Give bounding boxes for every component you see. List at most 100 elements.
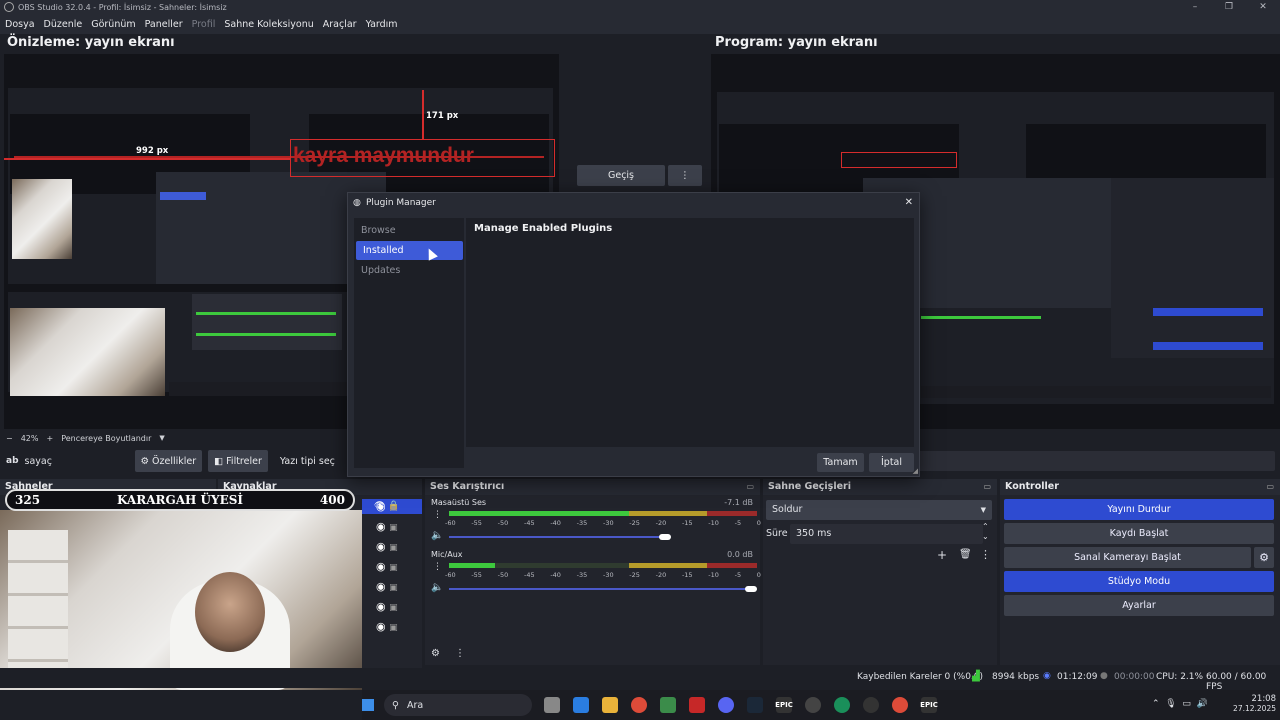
settings-button[interactable]: Ayarlar <box>1004 595 1274 616</box>
duration-input[interactable]: 350 ms <box>790 524 983 544</box>
meter-ticks: -60 -55 -50 -45 -40 -35 -30 -25 -20 -15 -10 -5 0 <box>445 519 761 527</box>
meter-tick-label: -55 <box>471 519 482 527</box>
eye-icon[interactable]: ◉ ▣ <box>376 520 412 540</box>
meter-tick-label: -25 <box>629 519 640 527</box>
menu-view[interactable]: Görünüm <box>91 19 135 30</box>
speaker-icon[interactable]: 🔈 <box>431 582 443 593</box>
epic-games-icon[interactable]: EPIC <box>920 697 938 713</box>
chrome-icon[interactable] <box>892 697 908 713</box>
nested-meter <box>921 316 1041 319</box>
nested-mixer <box>192 294 342 350</box>
meter-green <box>449 563 495 568</box>
windows-start-icon[interactable] <box>362 699 374 711</box>
menu-help[interactable]: Yardım <box>366 19 398 30</box>
clock-time: 21:08 <box>1251 694 1277 704</box>
properties-button[interactable]: ⚙ Özellikler <box>134 450 203 472</box>
epic-games-icon[interactable]: EPIC <box>775 697 793 713</box>
eye-icon[interactable]: ◉ ▣ <box>376 560 412 580</box>
meter-tick-label: -40 <box>550 519 561 527</box>
menu-file[interactable]: Dosya <box>5 19 35 30</box>
app-circle-icon[interactable] <box>834 697 850 713</box>
chrome-icon[interactable] <box>631 697 647 713</box>
source-toolbar: ab sayaç ⚙ Özellikler ◧ Filtreler Yazı tip… <box>0 449 362 473</box>
discord-icon[interactable] <box>718 697 734 713</box>
zoom-out-icon[interactable]: − <box>6 434 13 443</box>
dock-icon[interactable]: ▭ <box>746 479 754 495</box>
fit-to-window[interactable]: Pencereye Boyutlandır <box>61 434 151 443</box>
menu-scene-collection[interactable]: Sahne Koleksiyonu <box>224 19 313 30</box>
app-green-icon[interactable] <box>660 697 676 713</box>
nested-camera-large <box>10 308 165 396</box>
eye-icon[interactable]: ◉ ▣ <box>376 540 412 560</box>
obs-logo-icon: ◍ <box>353 198 361 208</box>
eye-icon[interactable]: ◉ ▣ <box>376 500 412 520</box>
signal-icon: ▟ <box>972 671 980 682</box>
stop-stream-button[interactable]: Yayını Durdur <box>1004 499 1274 520</box>
menu-edit[interactable]: Düzenle <box>44 19 83 30</box>
dock-icon[interactable]: ▭ <box>983 479 991 495</box>
fit-chevron-down-icon[interactable]: ▼ <box>159 434 164 442</box>
stream-time: 01:12:09 <box>1057 672 1098 682</box>
zoom-in-icon[interactable]: + <box>46 434 53 443</box>
top-offset-label: 171 px <box>426 111 459 121</box>
eye-icon[interactable]: ◉ ▣ <box>376 580 412 600</box>
tray-icons[interactable]: ⌃ 🎙 ▭ 🔊 <box>1152 699 1208 709</box>
transition-select[interactable]: Soldur ▼ <box>766 500 992 520</box>
counter-left: 325 <box>15 493 41 507</box>
menu-docks[interactable]: Paneller <box>145 19 183 30</box>
nav-installed[interactable]: Installed <box>356 241 463 260</box>
nav-updates[interactable]: Updates <box>354 261 462 280</box>
nav-browse[interactable]: Browse <box>354 221 462 240</box>
menu-tools[interactable]: Araçlar <box>323 19 357 30</box>
record-time: 00:00:00 <box>1114 672 1155 682</box>
transition-button[interactable]: Geçiş <box>577 165 665 186</box>
menu-profile[interactable]: Profil <box>192 19 216 30</box>
start-record-button[interactable]: Kaydı Başlat <box>1004 523 1274 544</box>
person-head <box>195 572 265 652</box>
volume-knob[interactable] <box>659 534 671 540</box>
maximize-icon[interactable]: ❐ <box>1212 0 1246 14</box>
text-source-input[interactable] <box>915 451 1275 471</box>
store-icon[interactable] <box>573 697 589 713</box>
preview-title: Önizleme: yayın ekranı <box>7 35 175 50</box>
ok-button[interactable]: Tamam <box>817 453 864 472</box>
meter-tick-label: -60 <box>445 519 456 527</box>
task-view-icon[interactable] <box>544 697 560 713</box>
clock[interactable]: 21:08 27.12.2025 <box>1232 694 1276 713</box>
speaker-icon[interactable]: 🔈 <box>431 530 443 541</box>
eye-icon[interactable]: ◉ ▣ <box>376 600 412 620</box>
add-transition-icon[interactable]: + <box>937 548 947 562</box>
mixer-more-icon[interactable]: ⋮ <box>455 648 465 659</box>
minimize-icon[interactable]: – <box>1178 0 1212 14</box>
select-font-button[interactable]: Yazı tipi seç <box>274 450 341 472</box>
app-red-icon[interactable] <box>689 697 705 713</box>
transition-more-button[interactable]: ⋮ <box>668 165 702 186</box>
mixer-settings-icon[interactable]: ⚙ <box>431 648 440 659</box>
eye-icon[interactable]: ◉ ▣ <box>376 620 412 640</box>
resize-grip-icon[interactable]: ◢ <box>913 467 918 475</box>
chatgpt-icon[interactable] <box>805 697 821 713</box>
virtual-camera-settings-gear-icon[interactable]: ⚙ <box>1254 547 1274 568</box>
volume-slider[interactable] <box>449 536 665 538</box>
close-icon[interactable]: ✕ <box>905 193 913 213</box>
chevron-down-icon: ▼ <box>980 506 986 514</box>
folder-icon[interactable] <box>602 697 618 713</box>
taskbar-search[interactable]: ⚲ Ara <box>384 694 532 716</box>
trash-icon[interactable]: 🗑 <box>959 549 972 560</box>
transition-more-icon[interactable]: ⋮ <box>980 548 991 561</box>
obs-taskbar-icon[interactable] <box>863 697 879 713</box>
steam-icon[interactable] <box>747 697 763 713</box>
channel-menu-icon[interactable]: ⋮ <box>433 562 442 572</box>
dock-icon[interactable]: ▭ <box>1266 479 1274 495</box>
volume-slider[interactable] <box>449 588 751 590</box>
cancel-button[interactable]: İptal <box>869 453 914 472</box>
start-virtual-camera-button[interactable]: Sanal Kamerayı Başlat <box>1004 547 1251 568</box>
search-icon: ⚲ <box>392 699 399 711</box>
volume-knob[interactable] <box>745 586 757 592</box>
close-icon[interactable]: ✕ <box>1246 0 1280 14</box>
channel-menu-icon[interactable]: ⋮ <box>433 510 442 520</box>
studio-mode-button[interactable]: Stüdyo Modu <box>1004 571 1274 592</box>
duration-spinner[interactable]: ⌃ ⌄ <box>982 522 989 542</box>
shelf <box>8 530 68 680</box>
filters-button[interactable]: ◧ Filtreler <box>208 450 268 472</box>
